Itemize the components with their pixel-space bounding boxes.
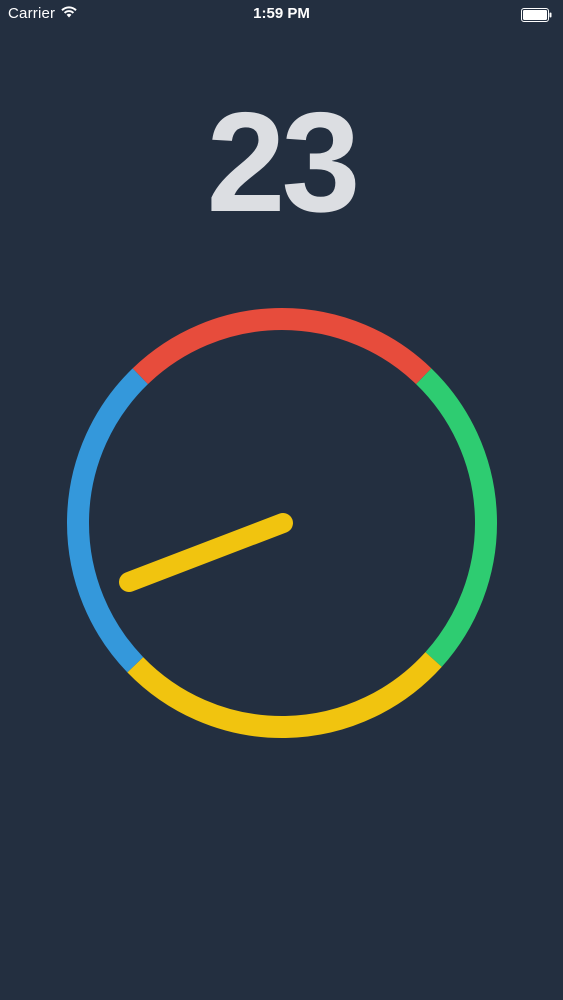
ring-segment-blue [67,368,148,673]
game-screen[interactable]: Carrier 1:59 PM 23 [0,0,563,1000]
ring-segment-red [132,308,432,385]
color-wheel[interactable] [0,0,563,1000]
ring-segment-green [416,368,497,667]
ring-segment-yellow [127,652,442,738]
needle [119,513,293,592]
